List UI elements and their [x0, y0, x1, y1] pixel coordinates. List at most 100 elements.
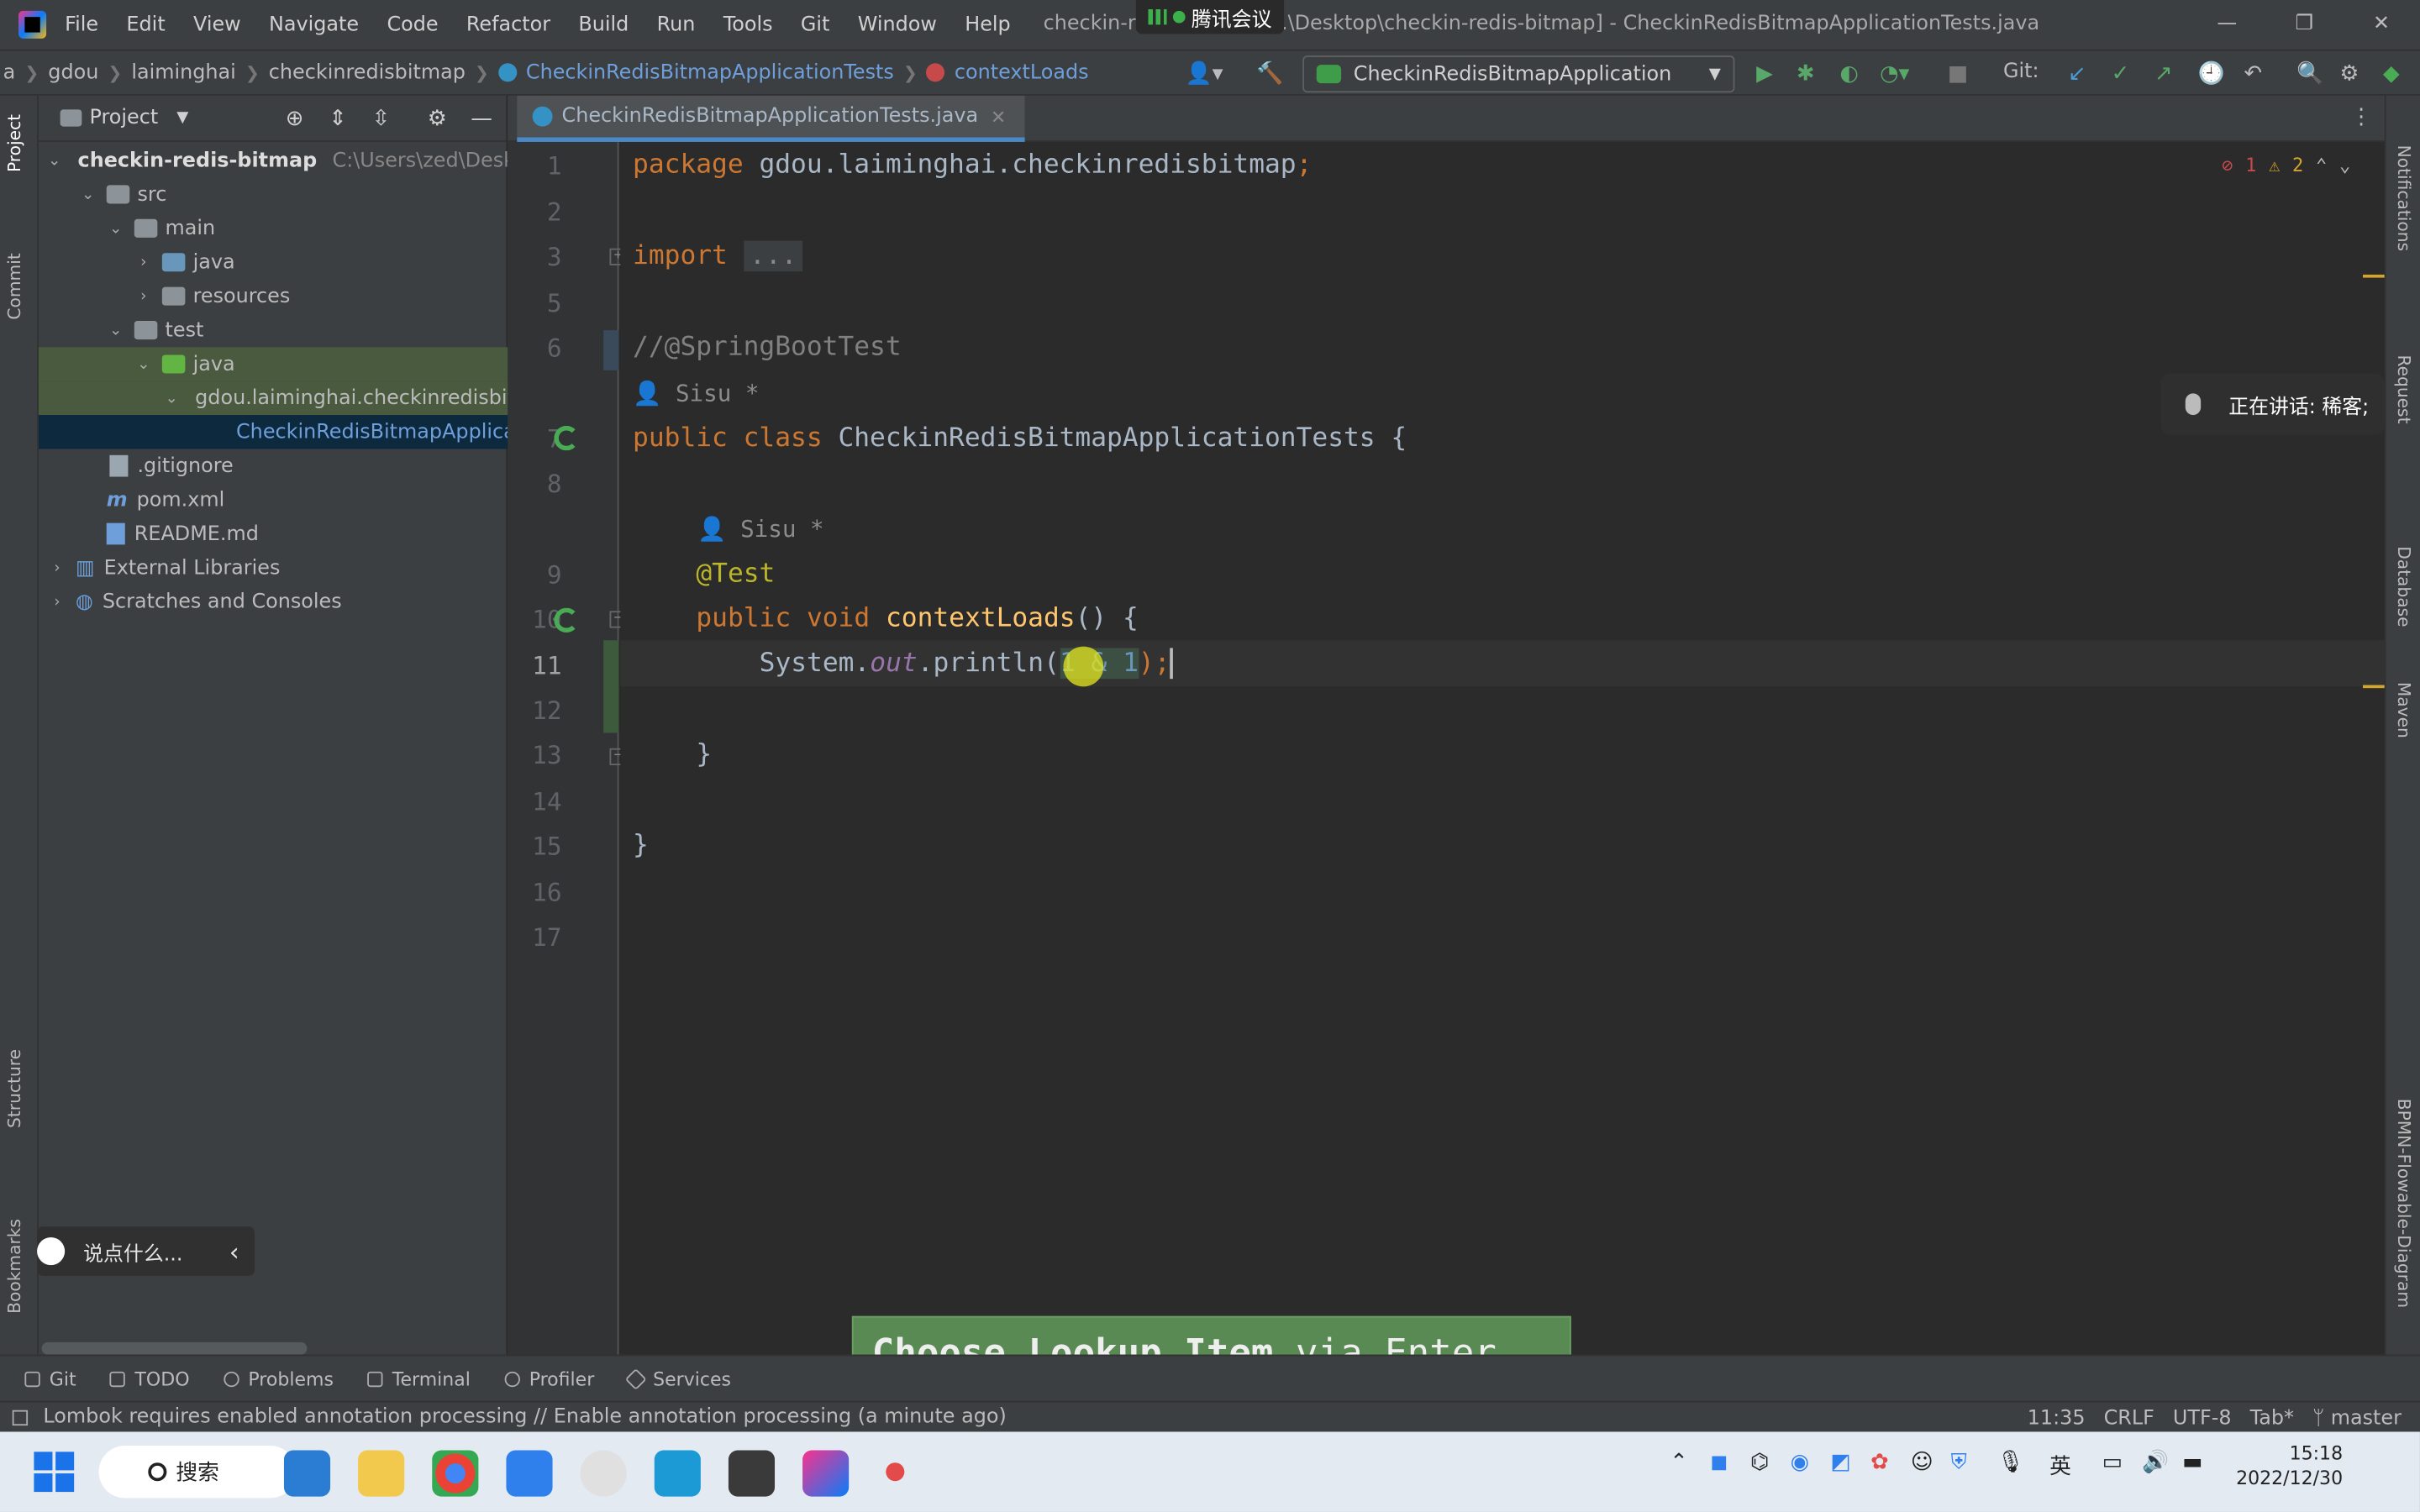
tab-bpmn-diagram[interactable]: BPMN-Flowable-Diagram [2394, 1099, 2414, 1308]
project-panel-title[interactable]: Project [90, 107, 159, 130]
menu-refactor[interactable]: Refactor [466, 13, 550, 37]
tree-item-gitignore[interactable]: .gitignore [39, 449, 508, 482]
code-editor[interactable]: package gdou.laiminghai.checkinredisbitm… [620, 141, 2385, 1355]
chevron-down-icon[interactable]: ▼ [176, 109, 188, 126]
menu-tools[interactable]: Tools [723, 13, 773, 37]
file-explorer-icon[interactable] [358, 1450, 405, 1497]
tool-todo[interactable]: TODO [110, 1368, 190, 1389]
breadcrumb-class[interactable]: CheckinRedisBitmapApplicationTests [526, 61, 894, 85]
tree-item-test-java[interactable]: ⌄ java [38, 347, 508, 381]
chevron-down-icon[interactable]: ⌄ [107, 322, 125, 339]
breadcrumb-method[interactable]: contextLoads [955, 61, 1089, 85]
user-icon[interactable]: 👤▾ [1186, 61, 1223, 86]
tree-item-src[interactable]: ⌄ src [39, 177, 508, 211]
tab-commit[interactable]: Commit [5, 253, 25, 319]
tree-item-main-java[interactable]: › java [39, 245, 508, 279]
git-push-icon[interactable]: ↗ [2154, 61, 2173, 86]
coverage-icon[interactable]: ◐ [1839, 61, 1858, 86]
expand-all-icon[interactable]: ⇕ [329, 106, 347, 130]
tree-item-package[interactable]: ⌄ gdou.laiminghai.checkinredisbitmap [38, 381, 508, 416]
git-commit-icon[interactable]: ✓ [2112, 61, 2130, 86]
menu-window[interactable]: Window [858, 13, 937, 37]
horizontal-scrollbar[interactable] [41, 1341, 308, 1355]
warning-stripe[interactable] [2362, 274, 2385, 278]
tool-problems[interactable]: Problems [223, 1368, 334, 1389]
tray-qq-icon[interactable]: ☺ [1911, 1450, 1933, 1474]
build-hammer-icon[interactable]: 🔨 [1256, 61, 1283, 86]
search-icon[interactable]: 🔍 [2296, 61, 2323, 86]
tree-item-test-class[interactable]: CheckinRedisBitmapApplicationTests [38, 415, 508, 449]
tray-overflow-icon[interactable]: ⌃ [1670, 1450, 1688, 1474]
git-update-icon[interactable]: ↙ [2068, 61, 2086, 86]
tree-item-readme[interactable]: README.md [39, 517, 508, 550]
close-tab-icon[interactable]: ✕ [991, 106, 1006, 128]
battery-icon[interactable]: ▬ [2182, 1450, 2202, 1474]
tool-services[interactable]: Services [624, 1368, 731, 1390]
menu-file[interactable]: File [65, 13, 98, 37]
warning-stripe[interactable] [2362, 685, 2385, 689]
chevron-down-icon[interactable]: ⌄ [166, 390, 178, 407]
tree-item-resources[interactable]: › resources [39, 279, 508, 312]
tray-app-icon[interactable]: ◩ [1830, 1450, 1850, 1474]
intellij-logo-icon[interactable] [18, 10, 47, 39]
plugin-icon[interactable]: ◆ [2383, 61, 2400, 86]
hide-panel-icon[interactable]: — [471, 106, 492, 130]
rollback-icon[interactable]: ↶ [2244, 61, 2263, 86]
menu-navigate[interactable]: Navigate [269, 13, 359, 37]
emoji-icon[interactable] [37, 1237, 66, 1266]
tab-database[interactable]: Database [2394, 546, 2414, 627]
editor-tab[interactable]: CheckinRedisBitmapApplicationTests.java … [517, 95, 1025, 142]
menu-git[interactable]: Git [801, 13, 830, 37]
chevron-down-icon[interactable]: ⌄ [107, 220, 125, 237]
minimize-button[interactable]: — [2188, 0, 2265, 50]
tab-project[interactable]: Project [5, 114, 25, 172]
chrome-icon[interactable] [432, 1450, 479, 1497]
inspection-widget[interactable]: ⊘ 1 ⚠ 2 ⌃ ⌄ [2222, 155, 2350, 176]
next-highlight-icon[interactable]: ⌄ [2339, 155, 2350, 176]
intellij-taskbar-icon[interactable] [802, 1450, 850, 1497]
tab-bookmarks[interactable]: Bookmarks [5, 1219, 25, 1314]
vscode-icon[interactable] [283, 1450, 331, 1497]
breadcrumb-item[interactable]: laiminghai [131, 61, 235, 85]
debug-icon[interactable]: ✱ [1797, 61, 1815, 86]
tab-notifications[interactable]: Notifications [2394, 145, 2414, 251]
stop-icon[interactable]: ■ [1948, 61, 1968, 86]
run-icon[interactable]: ▶ [1756, 61, 1773, 86]
chevron-right-icon[interactable]: › [48, 559, 66, 576]
git-branch[interactable]: ᛘ master [2312, 1406, 2402, 1430]
run-test-method-icon[interactable] [554, 607, 579, 633]
tool-terminal[interactable]: Terminal [367, 1368, 471, 1389]
folded-imports[interactable]: ... [743, 240, 803, 272]
run-configuration-select[interactable]: CheckinRedisBitmapApplication ▼ [1302, 55, 1735, 93]
tool-git[interactable]: Git [24, 1368, 76, 1389]
collapse-all-icon[interactable]: ⇳ [372, 106, 391, 130]
options-gear-icon[interactable]: ⚙ [428, 106, 447, 130]
tray-app-icon[interactable]: ◼ [1710, 1450, 1728, 1474]
run-test-class-icon[interactable] [554, 425, 579, 451]
menu-help[interactable]: Help [965, 13, 1010, 37]
network-icon[interactable]: ▭ [2102, 1450, 2123, 1474]
menu-edit[interactable]: Edit [126, 13, 165, 37]
chevron-down-icon[interactable]: ⌄ [79, 186, 97, 202]
tab-request[interactable]: Request [2394, 354, 2414, 423]
tray-microphone-icon[interactable]: 🎙 [1997, 1450, 2025, 1474]
breadcrumb-item[interactable]: gdou [48, 61, 98, 85]
tree-item-pom[interactable]: m pom.xml [39, 483, 508, 517]
caret-position[interactable]: 11:35 [2028, 1406, 2086, 1430]
chevron-down-icon[interactable]: ⌄ [134, 355, 153, 372]
tray-app-icon[interactable]: ✿ [1870, 1450, 1889, 1474]
menu-view[interactable]: View [193, 13, 241, 37]
line-separator[interactable]: CRLF [2104, 1406, 2154, 1430]
sublime-text-icon[interactable] [728, 1450, 776, 1497]
previous-highlight-icon[interactable]: ⌃ [2316, 155, 2327, 176]
restore-button[interactable]: ❐ [2265, 0, 2343, 50]
vcs-change-marker[interactable] [603, 640, 619, 733]
tray-shield-icon[interactable]: ⛨ [1951, 1450, 1967, 1474]
vcs-change-marker[interactable] [603, 330, 619, 370]
breadcrumb-item[interactable]: checkinredisbitmap [269, 61, 466, 85]
profiler-icon[interactable]: ◔▾ [1880, 61, 1909, 86]
tree-item-scratches[interactable]: › ◍ Scratches and Consoles [39, 585, 508, 618]
breadcrumb-item[interactable]: a [3, 61, 16, 85]
close-button[interactable]: ✕ [2343, 0, 2420, 50]
locate-icon[interactable]: ⊕ [286, 106, 304, 130]
